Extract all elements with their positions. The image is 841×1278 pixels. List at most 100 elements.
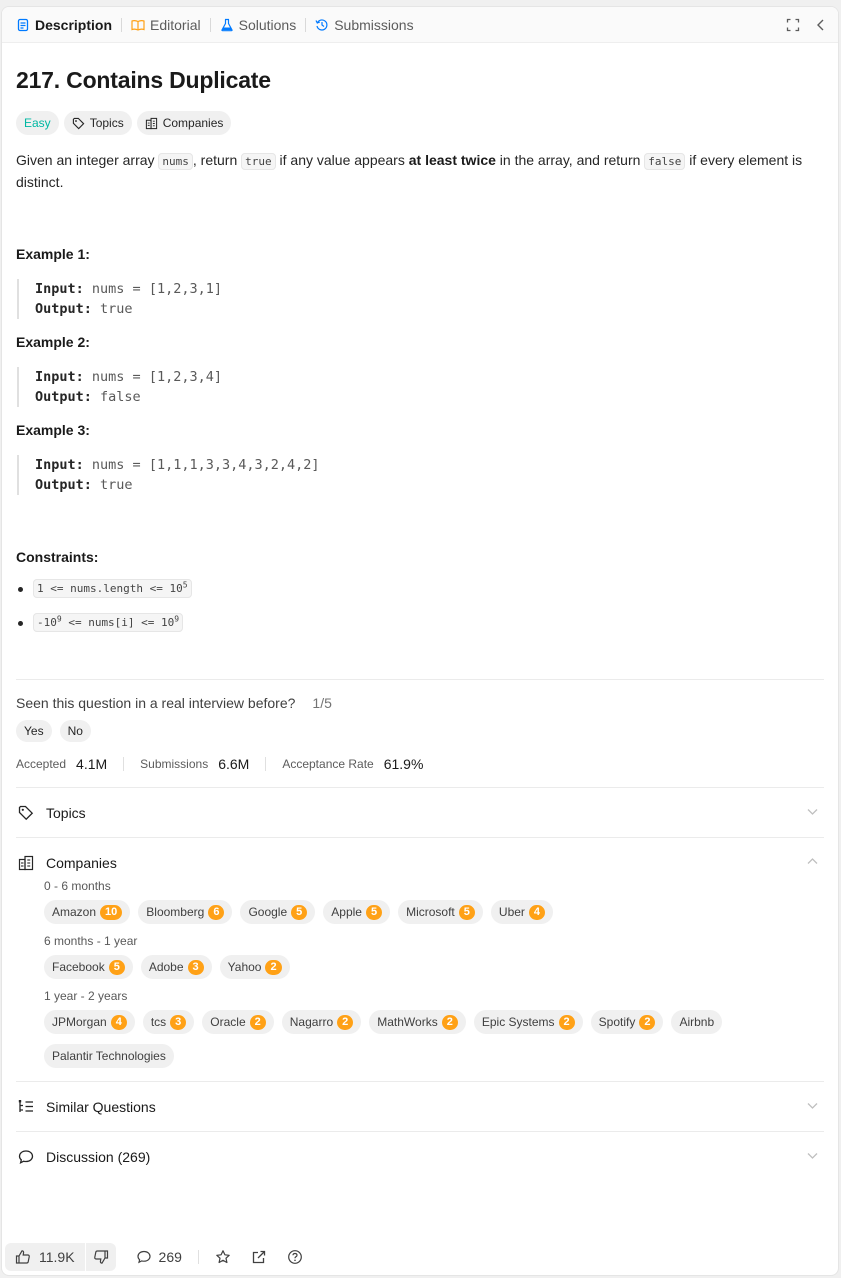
problem-description: Given an integer array nums, return true… — [16, 150, 824, 193]
tab-submissions[interactable]: Submissions — [311, 7, 417, 43]
company-chip[interactable]: Uber 4 — [490, 900, 554, 924]
company-name: Palantir Technologies — [52, 1049, 166, 1063]
tab-solutions[interactable]: Solutions — [216, 7, 301, 43]
example-title: Example 2: — [16, 334, 90, 350]
desc-text: Given an integer array — [16, 152, 159, 168]
chevron-down-icon — [807, 1103, 818, 1109]
tab-description[interactable]: Description — [12, 7, 116, 43]
topics-section-header[interactable]: Topics — [16, 788, 824, 837]
input-value: nums = [1,1,1,3,3,4,3,2,4,2] — [91, 457, 320, 473]
chevron-down-icon — [807, 809, 818, 815]
companies-section-header[interactable]: Companies — [16, 838, 824, 887]
company-count: 4 — [528, 904, 546, 920]
favorite-button[interactable] — [215, 1249, 231, 1265]
yes-button[interactable]: Yes — [16, 720, 52, 742]
company-chip[interactable]: Airbnb — [671, 1010, 723, 1034]
company-count: 5 — [458, 904, 475, 920]
fullscreen-icon[interactable] — [786, 18, 800, 32]
company-chip[interactable]: Palantir Technologies — [44, 1044, 174, 1068]
companies-badge-label: Companies — [162, 116, 224, 130]
help-button[interactable] — [287, 1249, 303, 1265]
company-group-label: 6 months - 1 year — [44, 934, 138, 948]
company-chip[interactable]: Adobe 3 — [140, 955, 212, 979]
problem-title[interactable]: 217. Contains Duplicate — [16, 67, 824, 94]
company-chip[interactable]: Oracle 2 — [202, 1010, 274, 1034]
output-value: true — [100, 477, 133, 493]
tag-icon — [72, 117, 85, 129]
company-chip[interactable]: Amazon 10 — [44, 900, 131, 924]
topics-section-title: Topics — [46, 804, 86, 821]
comments-count: 269 — [158, 1249, 182, 1265]
comment-icon — [136, 1250, 151, 1264]
share-button[interactable] — [251, 1249, 267, 1265]
collapse-left-icon[interactable] — [814, 18, 828, 32]
constraint-code: -109 <= nums[i] <= 109 — [33, 613, 184, 632]
inline-code: false — [644, 153, 686, 170]
problem-panel: Description Editorial Solutions Submissi… — [1, 6, 839, 1276]
difficulty-badge: Easy — [16, 111, 59, 135]
companies-badge[interactable]: Companies — [136, 111, 232, 135]
interview-question: Seen this question in a real interview b… — [16, 695, 824, 711]
upvote-button[interactable]: 11.9K — [5, 1243, 86, 1271]
building-icon — [18, 855, 34, 870]
constraint-item: -109 <= nums[i] <= 109 — [16, 613, 824, 635]
desc-text: , return — [192, 152, 242, 168]
company-name: Airbnb — [679, 1015, 715, 1029]
chevron-up-icon — [807, 858, 818, 864]
tab-label: Description — [35, 16, 113, 33]
company-chip[interactable]: JPMorgan 4 — [44, 1010, 135, 1034]
interview-text: Seen this question in a real interview b… — [16, 695, 296, 711]
company-name: Bloomberg — [146, 905, 205, 919]
company-chip[interactable]: tcs 3 — [142, 1010, 195, 1034]
thumbs-up-icon — [15, 1250, 30, 1264]
problem-content: 217. Contains Duplicate Easy Topics Comp… — [2, 67, 838, 1181]
similar-questions-section-header[interactable]: Similar Questions — [16, 1082, 824, 1131]
example-block: Input: nums = [1,2,3,4] Output: false — [17, 367, 824, 407]
company-name: tcs — [150, 1015, 167, 1029]
constraint-text: 1 <= nums.length <= 10 — [37, 582, 183, 595]
company-chip[interactable]: Google 5 — [240, 900, 316, 924]
company-chip[interactable]: Yahoo 2 — [219, 955, 290, 979]
accepted-value: 4.1M — [76, 756, 108, 772]
company-chip[interactable]: Nagarro 2 — [281, 1010, 362, 1034]
stats-divider — [123, 757, 125, 771]
comments-button[interactable]: 269 — [136, 1249, 182, 1265]
discussion-section-header[interactable]: Discussion (269) — [16, 1132, 824, 1181]
problem-badges: Easy Topics Companies — [16, 111, 824, 135]
company-chip[interactable]: MathWorks 2 — [369, 1010, 466, 1034]
company-chips: JPMorgan 4 tcs 3 Oracle 2 Nagarro 2 MathWork… — [44, 1010, 824, 1068]
similar-questions-title: Similar Questions — [46, 1098, 156, 1115]
topics-badge[interactable]: Topics — [63, 111, 132, 135]
company-count: 2 — [441, 1014, 458, 1030]
footer-divider — [197, 1250, 199, 1264]
stats-divider — [265, 757, 267, 771]
interview-count: 1/5 — [312, 695, 332, 711]
no-button[interactable]: No — [59, 720, 91, 742]
company-name: Facebook — [52, 960, 105, 974]
external-link-icon — [252, 1250, 266, 1264]
company-name: Epic Systems — [481, 1015, 555, 1029]
tab-label: Submissions — [334, 16, 414, 33]
company-count: 10 — [100, 904, 123, 920]
constraint-item: 1 <= nums.length <= 105 — [16, 579, 824, 601]
example-title: Example 1: — [16, 246, 90, 262]
company-chip[interactable]: Spotify 2 — [590, 1010, 664, 1034]
company-chip[interactable]: Facebook 5 — [44, 955, 133, 979]
downvote-button[interactable] — [86, 1243, 116, 1271]
tag-icon — [18, 805, 34, 820]
company-chip[interactable]: Bloomberg 6 — [138, 900, 233, 924]
thumbs-down-icon — [93, 1250, 108, 1264]
tab-divider — [305, 17, 307, 32]
submissions-label: Submissions — [140, 757, 209, 771]
discussion-title: Discussion (269) — [46, 1148, 151, 1165]
interview-answers: Yes No — [16, 720, 824, 742]
company-count: 4 — [110, 1014, 127, 1030]
company-chip[interactable]: Microsoft 5 — [398, 900, 483, 924]
tab-editorial[interactable]: Editorial — [127, 7, 205, 43]
company-name: JPMorgan — [52, 1015, 107, 1029]
company-count: 2 — [558, 1014, 575, 1030]
company-chip[interactable]: Apple 5 — [323, 900, 391, 924]
company-chip[interactable]: Epic Systems 2 — [473, 1010, 583, 1034]
company-count: 5 — [291, 904, 308, 920]
topics-badge-label: Topics — [89, 116, 124, 130]
